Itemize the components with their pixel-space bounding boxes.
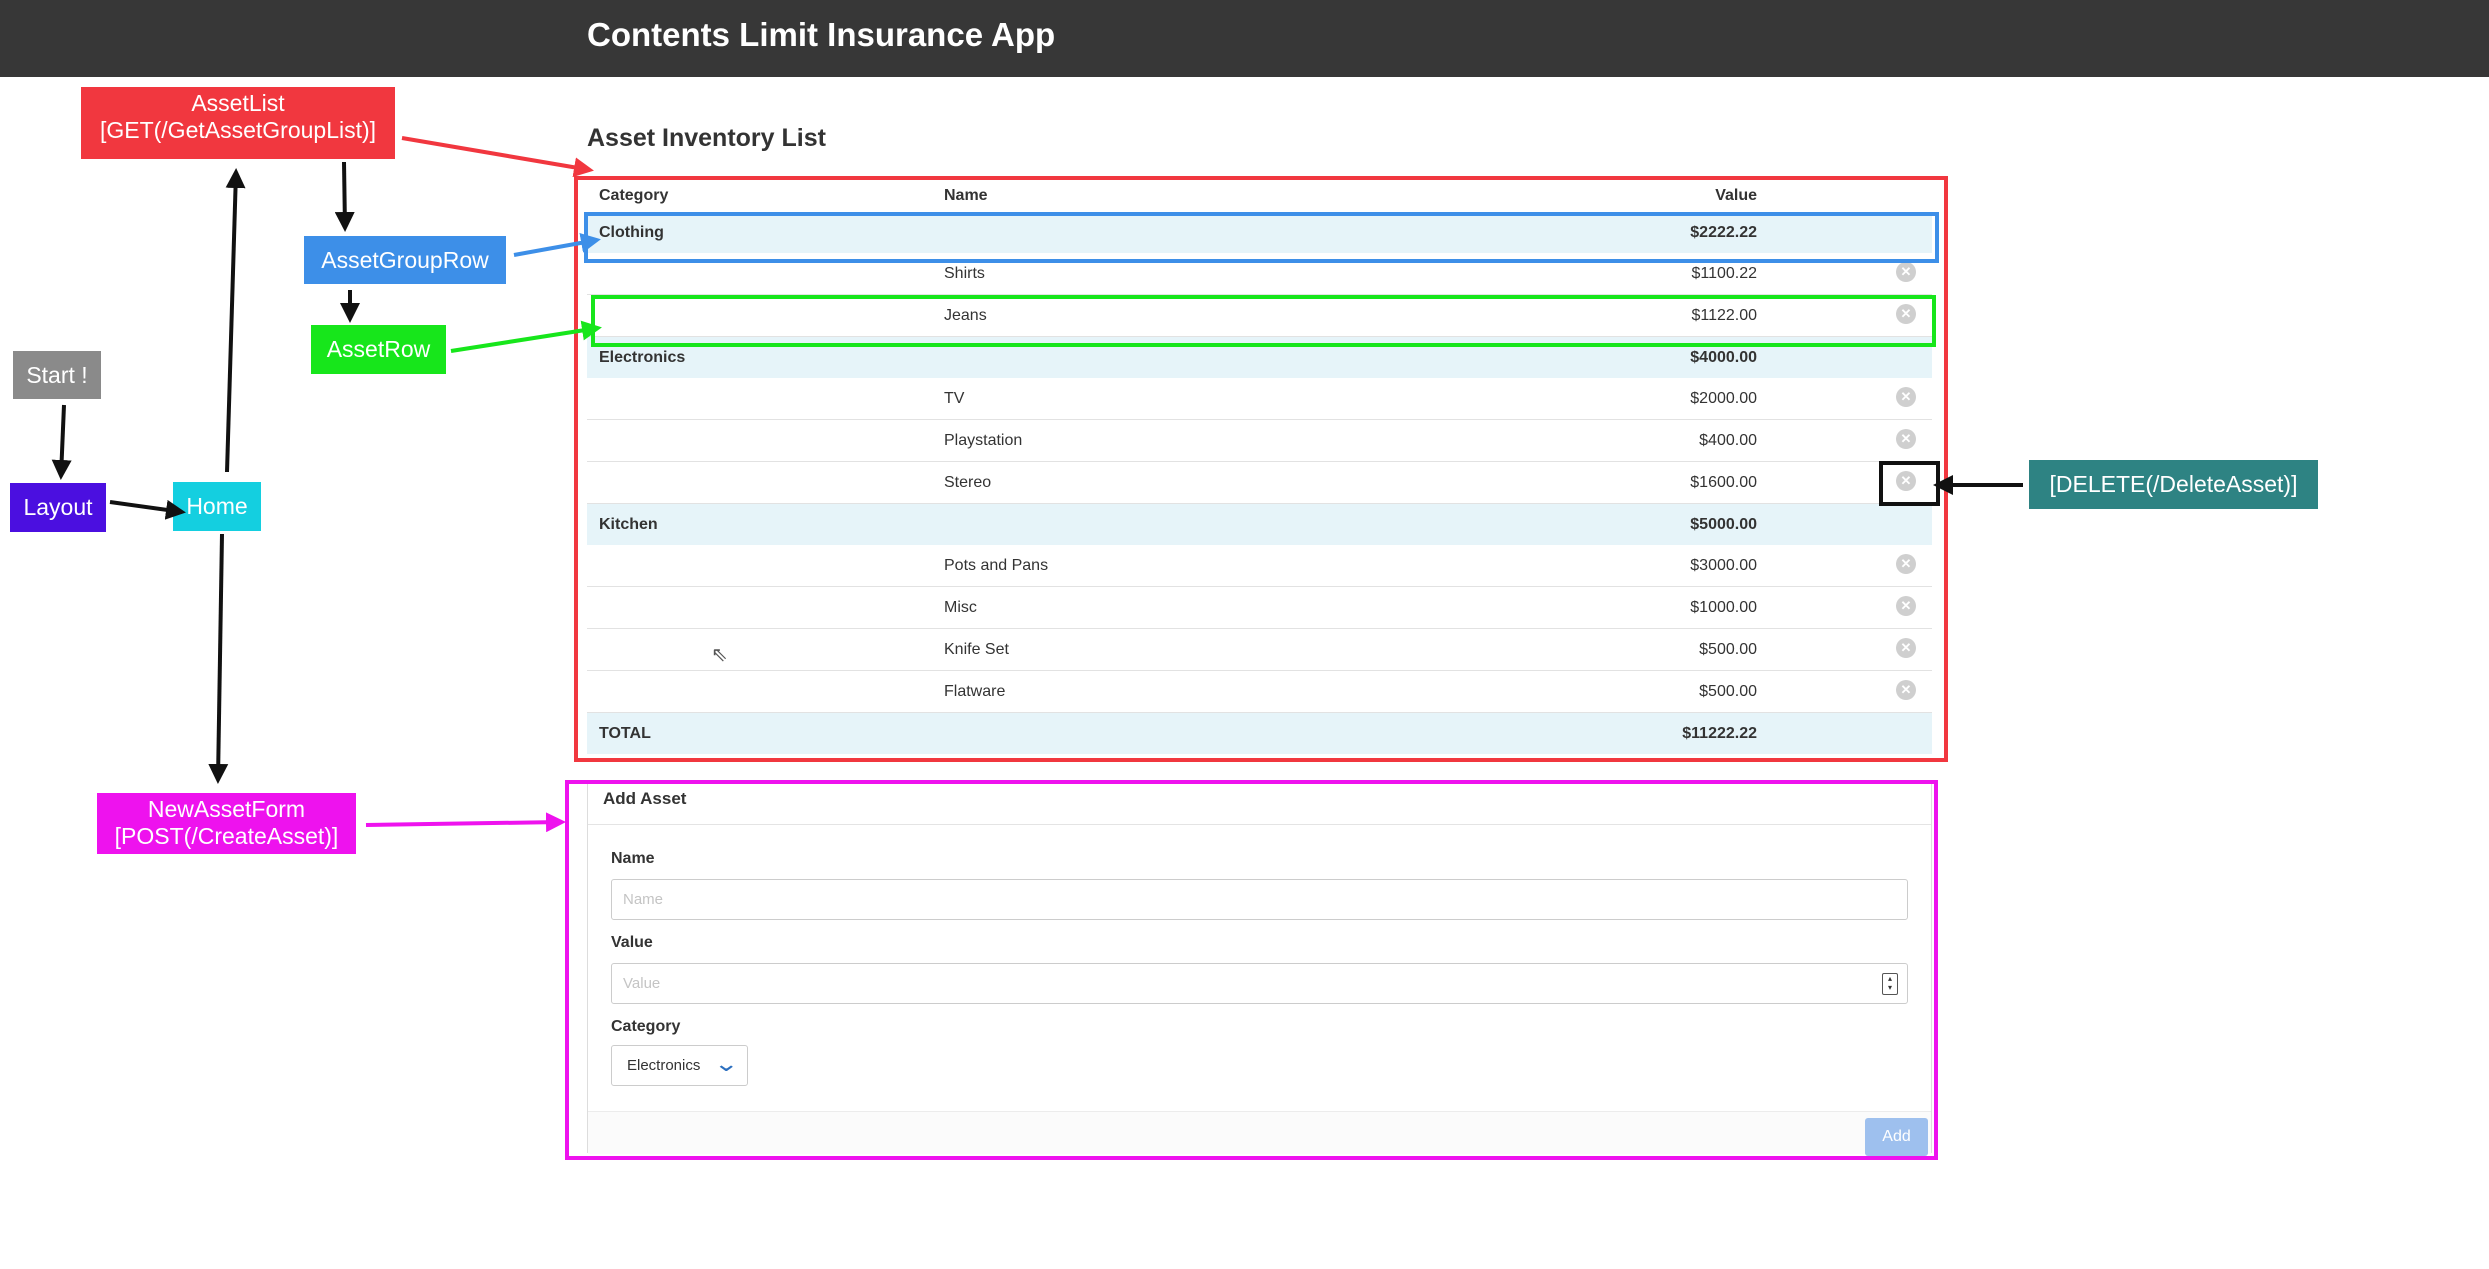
arrow-start-to-layout <box>51 404 72 480</box>
annotation-asset-list-line1: AssetList <box>191 90 285 116</box>
annotation-asset-list: AssetList [GET(/GetAssetGroupList)] <box>81 87 395 159</box>
annotation-asset-group-row: AssetGroupRow <box>304 236 506 284</box>
annotation-start: Start ! <box>13 351 101 399</box>
annotation-layout: Layout <box>10 483 106 532</box>
annotation-home: Home <box>173 482 261 531</box>
asset-row-highlight-box <box>591 295 1936 347</box>
arrow-assetlist-to-grouprow <box>334 161 355 232</box>
delete-button-highlight-box <box>1879 461 1940 506</box>
app-header <box>0 0 2489 77</box>
arrow-assetlist-to-table <box>401 136 594 178</box>
annotation-delete-asset: [DELETE(/DeleteAsset)] <box>2029 460 2318 509</box>
annotation-new-asset-form: NewAssetForm [POST(/CreateAsset)] <box>97 793 356 854</box>
arrow-home-to-assetlist <box>225 168 246 473</box>
annotation-asset-list-line2: [GET(/GetAssetGroupList)] <box>99 117 377 143</box>
annotation-asset-row: AssetRow <box>311 325 446 374</box>
page-title: Asset Inventory List <box>587 124 826 152</box>
new-asset-form-highlight-box <box>565 780 1938 1160</box>
annotation-new-asset-form-line2: [POST(/CreateAsset)] <box>114 823 339 849</box>
arrow-layout-to-home <box>109 499 186 520</box>
asset-list-highlight-box <box>574 176 1948 762</box>
annotation-new-asset-form-line1: NewAssetForm <box>147 796 306 822</box>
asset-group-row-highlight-box <box>584 212 1939 263</box>
arrow-newassetform-to-box <box>365 812 566 833</box>
arrow-home-to-newassetform <box>208 533 229 784</box>
app-title: Contents Limit Insurance App <box>587 16 1056 53</box>
